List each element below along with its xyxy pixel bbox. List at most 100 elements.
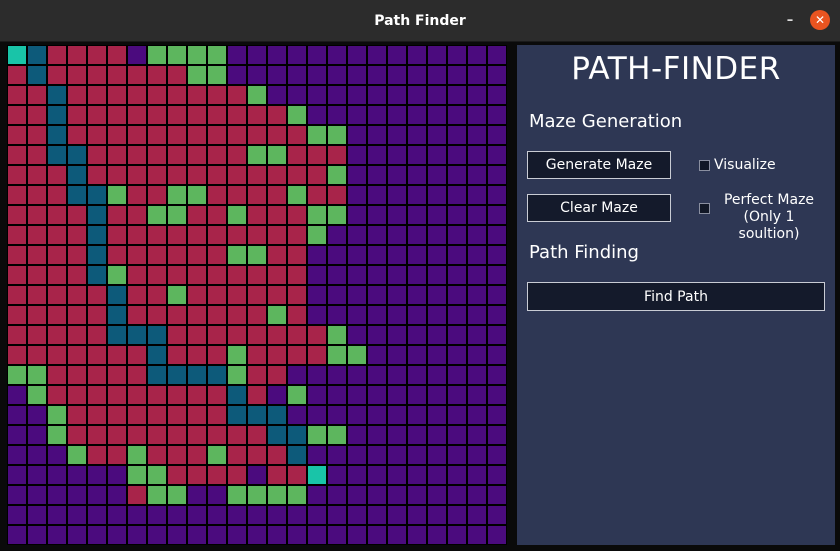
unvisited-cell[interactable]	[428, 146, 446, 164]
visited-cell[interactable]	[128, 406, 146, 424]
unvisited-cell[interactable]	[488, 326, 506, 344]
visited-cell[interactable]	[128, 66, 146, 84]
unvisited-cell[interactable]	[308, 266, 326, 284]
unvisited-cell[interactable]	[448, 286, 466, 304]
unvisited-cell[interactable]	[408, 246, 426, 264]
unvisited-cell[interactable]	[348, 426, 366, 444]
visited-cell[interactable]	[88, 146, 106, 164]
unvisited-cell[interactable]	[408, 426, 426, 444]
visited-cell[interactable]	[208, 326, 226, 344]
visited-cell[interactable]	[188, 446, 206, 464]
unvisited-cell[interactable]	[48, 446, 66, 464]
visited-cell[interactable]	[28, 186, 46, 204]
unvisited-cell[interactable]	[288, 66, 306, 84]
visited-cell[interactable]	[28, 346, 46, 364]
unvisited-cell[interactable]	[288, 406, 306, 424]
path-cell[interactable]	[48, 86, 66, 104]
frontier-cell[interactable]	[268, 306, 286, 324]
unvisited-cell[interactable]	[428, 126, 446, 144]
unvisited-cell[interactable]	[368, 106, 386, 124]
visited-cell[interactable]	[48, 226, 66, 244]
unvisited-cell[interactable]	[68, 506, 86, 524]
visited-cell[interactable]	[248, 206, 266, 224]
unvisited-cell[interactable]	[228, 66, 246, 84]
visited-cell[interactable]	[168, 306, 186, 324]
visited-cell[interactable]	[48, 306, 66, 324]
visited-cell[interactable]	[168, 246, 186, 264]
unvisited-cell[interactable]	[248, 526, 266, 544]
visited-cell[interactable]	[268, 446, 286, 464]
visited-cell[interactable]	[268, 246, 286, 264]
visited-cell[interactable]	[108, 226, 126, 244]
unvisited-cell[interactable]	[368, 66, 386, 84]
unvisited-cell[interactable]	[448, 206, 466, 224]
unvisited-cell[interactable]	[348, 146, 366, 164]
visited-cell[interactable]	[188, 106, 206, 124]
unvisited-cell[interactable]	[8, 446, 26, 464]
visited-cell[interactable]	[308, 346, 326, 364]
unvisited-cell[interactable]	[328, 486, 346, 504]
unvisited-cell[interactable]	[8, 466, 26, 484]
visited-cell[interactable]	[28, 286, 46, 304]
unvisited-cell[interactable]	[408, 406, 426, 424]
visited-cell[interactable]	[108, 366, 126, 384]
visited-cell[interactable]	[168, 326, 186, 344]
frontier-cell[interactable]	[168, 186, 186, 204]
unvisited-cell[interactable]	[408, 186, 426, 204]
visited-cell[interactable]	[168, 126, 186, 144]
unvisited-cell[interactable]	[28, 506, 46, 524]
unvisited-cell[interactable]	[348, 126, 366, 144]
visited-cell[interactable]	[28, 146, 46, 164]
unvisited-cell[interactable]	[408, 326, 426, 344]
visited-cell[interactable]	[208, 406, 226, 424]
unvisited-cell[interactable]	[228, 526, 246, 544]
path-cell[interactable]	[48, 106, 66, 124]
unvisited-cell[interactable]	[408, 266, 426, 284]
unvisited-cell[interactable]	[308, 526, 326, 544]
visited-cell[interactable]	[288, 126, 306, 144]
path-cell[interactable]	[228, 386, 246, 404]
visited-cell[interactable]	[148, 266, 166, 284]
visited-cell[interactable]	[88, 386, 106, 404]
path-cell[interactable]	[108, 286, 126, 304]
endpoint-cell[interactable]	[308, 466, 326, 484]
visited-cell[interactable]	[268, 266, 286, 284]
unvisited-cell[interactable]	[388, 146, 406, 164]
path-cell[interactable]	[88, 226, 106, 244]
visited-cell[interactable]	[28, 86, 46, 104]
frontier-cell[interactable]	[168, 46, 186, 64]
visited-cell[interactable]	[128, 426, 146, 444]
frontier-cell[interactable]	[108, 266, 126, 284]
visited-cell[interactable]	[168, 66, 186, 84]
unvisited-cell[interactable]	[348, 186, 366, 204]
unvisited-cell[interactable]	[388, 326, 406, 344]
unvisited-cell[interactable]	[408, 386, 426, 404]
unvisited-cell[interactable]	[468, 346, 486, 364]
visited-cell[interactable]	[268, 186, 286, 204]
unvisited-cell[interactable]	[348, 446, 366, 464]
visited-cell[interactable]	[148, 106, 166, 124]
visited-cell[interactable]	[88, 106, 106, 124]
unvisited-cell[interactable]	[308, 306, 326, 324]
unvisited-cell[interactable]	[428, 186, 446, 204]
frontier-cell[interactable]	[48, 426, 66, 444]
visited-cell[interactable]	[148, 86, 166, 104]
unvisited-cell[interactable]	[288, 526, 306, 544]
unvisited-cell[interactable]	[448, 106, 466, 124]
visited-cell[interactable]	[8, 246, 26, 264]
unvisited-cell[interactable]	[448, 266, 466, 284]
visited-cell[interactable]	[88, 126, 106, 144]
visited-cell[interactable]	[148, 446, 166, 464]
unvisited-cell[interactable]	[308, 486, 326, 504]
unvisited-cell[interactable]	[188, 506, 206, 524]
visited-cell[interactable]	[268, 366, 286, 384]
visited-cell[interactable]	[88, 286, 106, 304]
visited-cell[interactable]	[208, 146, 226, 164]
unvisited-cell[interactable]	[328, 466, 346, 484]
visited-cell[interactable]	[288, 226, 306, 244]
visited-cell[interactable]	[208, 266, 226, 284]
unvisited-cell[interactable]	[468, 306, 486, 324]
unvisited-cell[interactable]	[388, 386, 406, 404]
visited-cell[interactable]	[148, 246, 166, 264]
visited-cell[interactable]	[48, 166, 66, 184]
